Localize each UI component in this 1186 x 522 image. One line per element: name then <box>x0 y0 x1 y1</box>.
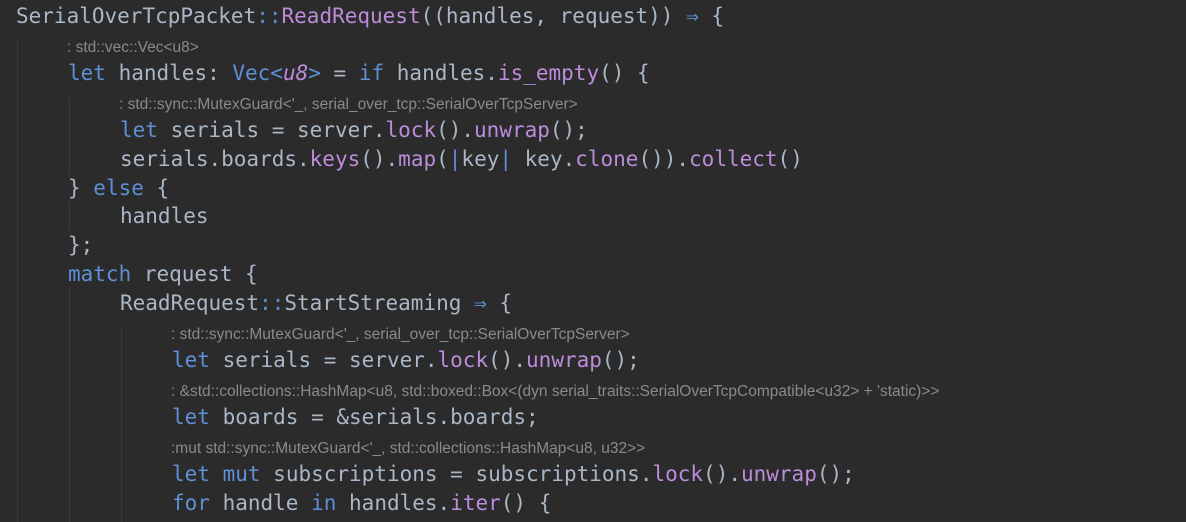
code-token: { <box>486 291 512 315</box>
code-token: ReadRequest <box>120 291 260 315</box>
code-token: () { <box>500 491 552 515</box>
code-token: for <box>172 491 210 515</box>
indent-guide <box>121 326 122 522</box>
code-token: let <box>172 348 210 372</box>
code-token: key <box>461 147 500 171</box>
code-token: clone <box>575 147 639 171</box>
code-token: Vec< <box>232 61 283 85</box>
code-token: { <box>698 4 725 28</box>
code-line-let-handles[interactable]: let handles: Vec<u8> = if handles.is_emp… <box>68 59 650 87</box>
code-token: collect <box>689 147 778 171</box>
code-token: serials = server. <box>209 348 438 372</box>
code-token: unwrap <box>740 462 817 486</box>
code-line-collect-keys[interactable]: serials.boards.keys().map(|key| key.clon… <box>120 145 803 173</box>
code-line-let-serials[interactable]: let serials = server.lock().unwrap(); <box>120 116 588 144</box>
code-line-match-request[interactable]: match request { <box>68 260 258 288</box>
code-token: iter <box>450 491 501 515</box>
type-hint: : std::vec::Vec<u8> <box>67 39 199 56</box>
code-token: mut <box>222 462 261 486</box>
code-token: }; <box>68 233 94 257</box>
code-token: (). <box>703 462 741 486</box>
code-token: } <box>68 176 94 200</box>
type-hint: : &std::collections::HashMap<u8, std::bo… <box>171 383 940 400</box>
code-token: | <box>499 147 513 171</box>
code-token: > <box>308 61 321 85</box>
code-token: handle <box>209 491 312 515</box>
code-token: handles. <box>384 61 498 85</box>
code-token: handles <box>120 204 209 228</box>
code-token: StartStreaming <box>284 291 462 315</box>
code-token: { <box>143 176 170 200</box>
code-token: let <box>68 61 106 85</box>
code-token: lock <box>437 348 489 372</box>
code-token: in <box>311 491 337 515</box>
code-token: ReadRequest <box>281 4 421 28</box>
code-token: ((handles, request)) <box>420 4 687 28</box>
indent-guide <box>69 202 70 230</box>
code-token: let <box>120 118 158 142</box>
code-line-let-subscriptions[interactable]: let mut subscriptions = subscriptions.lo… <box>172 460 855 488</box>
code-token: else <box>93 176 144 200</box>
code-token: ()). <box>638 147 690 171</box>
code-token: () <box>777 147 803 171</box>
code-token: match <box>68 262 132 286</box>
code-token: = <box>320 61 359 85</box>
code-token: boards = &serials.boards; <box>209 405 539 429</box>
code-token: request { <box>131 262 258 286</box>
code-line-match-arm[interactable]: SerialOverTcpPacket::ReadRequest((handle… <box>16 2 724 30</box>
code-token: SerialOverTcpPacket <box>16 4 257 28</box>
code-line-let-serials-2[interactable]: let serials = server.lock().unwrap(); <box>172 346 640 374</box>
code-editor[interactable]: SerialOverTcpPacket::ReadRequest((handle… <box>0 0 1186 522</box>
code-line-start-streaming-arm[interactable]: ReadRequest::StartStreaming ⇒ { <box>120 289 512 317</box>
indent-guide <box>69 288 70 522</box>
code-token: is_empty <box>497 61 600 85</box>
code-line-for-handle[interactable]: for handle in handles.iter() { <box>172 489 551 517</box>
indent-guide <box>69 98 70 174</box>
code-line-let-boards[interactable]: let boards = &serials.boards; <box>172 403 539 431</box>
code-token: (). <box>488 348 527 372</box>
code-token: key. <box>512 147 576 171</box>
code-token: :: <box>256 4 282 28</box>
code-token: (). <box>360 147 399 171</box>
code-token: serials.boards. <box>120 147 310 171</box>
code-line-else[interactable]: } else { <box>68 174 169 202</box>
code-token: if <box>358 61 385 85</box>
code-token: subscriptions = subscriptions. <box>260 462 653 486</box>
code-token: let <box>172 405 210 429</box>
code-token: () { <box>599 61 650 85</box>
code-token: unwrap <box>526 348 602 372</box>
code-token: u8 <box>282 61 309 85</box>
code-token: keys <box>309 147 361 171</box>
code-token: ⇒ <box>474 291 487 315</box>
code-token: let <box>172 462 210 486</box>
code-token: ( <box>436 147 449 171</box>
code-token: serials = server. <box>157 118 386 142</box>
code-token: ⇒ <box>686 4 699 28</box>
code-token: :: <box>259 291 285 315</box>
code-token: map <box>398 147 437 171</box>
code-token: handles: <box>105 61 233 85</box>
code-token: (); <box>549 118 588 142</box>
code-token: handles. <box>336 491 451 515</box>
type-hint: : std::sync::MutexGuard<'_, serial_over_… <box>119 96 578 113</box>
code-token: lock <box>385 118 437 142</box>
code-token: (); <box>816 462 855 486</box>
code-token: (); <box>601 348 640 372</box>
type-hint: : std::sync::MutexGuard<'_, serial_over_… <box>171 326 630 343</box>
code-line-handles[interactable]: handles <box>120 202 209 230</box>
code-line-close-if[interactable]: }; <box>68 231 93 259</box>
code-token: (). <box>436 118 475 142</box>
code-token: lock <box>652 462 704 486</box>
code-token: | <box>448 147 462 171</box>
type-hint: :mut std::sync::MutexGuard<'_, std::coll… <box>171 440 646 457</box>
code-token: unwrap <box>474 118 550 142</box>
indent-guide <box>17 40 18 522</box>
